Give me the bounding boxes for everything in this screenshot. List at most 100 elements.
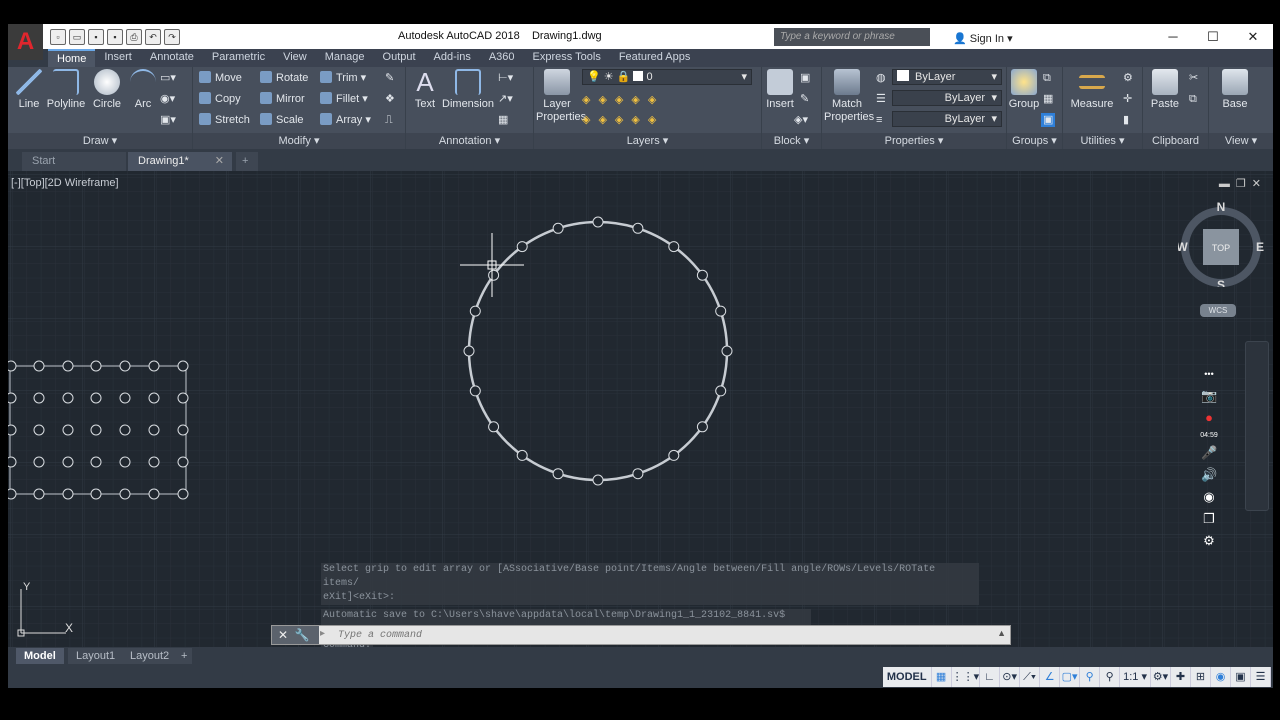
save-icon[interactable]: ▪ bbox=[88, 29, 104, 45]
text-button[interactable]: A Text bbox=[410, 69, 440, 111]
polar-tracking-icon[interactable]: ⊙▾ bbox=[1000, 667, 1021, 687]
compass-north[interactable]: N bbox=[1217, 201, 1226, 214]
search-input[interactable]: Type a keyword or phrase bbox=[774, 28, 930, 46]
tab-express-tools[interactable]: Express Tools bbox=[524, 49, 610, 67]
array-item-circle[interactable] bbox=[33, 392, 45, 404]
array-item-circle[interactable] bbox=[119, 392, 131, 404]
customize-wrench-icon[interactable]: 🔧 bbox=[295, 628, 310, 642]
scale-button[interactable]: Scale bbox=[260, 113, 304, 127]
array-item-circle[interactable] bbox=[119, 424, 131, 436]
array-item-circle[interactable] bbox=[62, 424, 74, 436]
group-edit-icon[interactable]: ▦ bbox=[1043, 92, 1053, 106]
doc-tab-drawing1[interactable]: Drawing1* ✕ bbox=[128, 152, 232, 171]
layer-properties-button[interactable]: Layer Properties bbox=[536, 69, 586, 124]
layer-tools-row-1[interactable]: ◈◈◈◈◈ bbox=[582, 93, 664, 107]
array-item-circle[interactable] bbox=[33, 488, 45, 500]
insert-button[interactable]: Insert bbox=[762, 69, 798, 111]
quick-calc-icon[interactable]: ⚙ bbox=[1123, 71, 1133, 85]
array-item-circle[interactable] bbox=[177, 456, 189, 468]
array-grip-circle[interactable] bbox=[632, 222, 644, 234]
restore-viewport-icon[interactable]: ❐ bbox=[1236, 178, 1252, 190]
record-icon[interactable]: ● bbox=[1201, 410, 1217, 426]
groups-panel-label[interactable]: Groups ▾ bbox=[1007, 133, 1062, 149]
array-grip-circle[interactable] bbox=[668, 241, 680, 253]
compass-south[interactable]: S bbox=[1217, 278, 1225, 287]
workspace-gear-icon[interactable]: ⚙▾ bbox=[1151, 667, 1171, 687]
array-item-circle[interactable] bbox=[90, 456, 102, 468]
array-button[interactable]: Array ▾ bbox=[320, 113, 371, 127]
wcs-menu[interactable]: WCS bbox=[1200, 304, 1236, 317]
tab-annotate[interactable]: Annotate bbox=[141, 49, 203, 67]
array-grip-circle[interactable] bbox=[516, 449, 528, 461]
array-item-circle[interactable] bbox=[8, 424, 17, 436]
array-grip-circle[interactable] bbox=[552, 222, 564, 234]
array-grip-circle[interactable] bbox=[592, 216, 604, 228]
layers-panel-label[interactable]: Layers ▾ bbox=[534, 133, 761, 149]
window-capture-icon[interactable]: ❐ bbox=[1201, 511, 1217, 527]
model-space-button[interactable]: MODEL bbox=[883, 667, 932, 687]
copy-clip-icon[interactable]: ⧉ bbox=[1189, 92, 1197, 106]
viewport-window-controls[interactable]: ▬❐✕ bbox=[1219, 177, 1267, 190]
viewcube[interactable]: TOP N S W E bbox=[1178, 201, 1264, 287]
viewport-controls-label[interactable]: [-][Top][2D Wireframe] bbox=[11, 177, 119, 189]
command-input[interactable] bbox=[338, 628, 1008, 642]
group-selection-icon[interactable]: ▣ bbox=[1041, 113, 1056, 127]
settings-gear-icon[interactable]: ⚙ bbox=[1201, 533, 1217, 549]
array-item-circle[interactable] bbox=[33, 456, 45, 468]
ungroup-icon[interactable]: ⧉ bbox=[1043, 71, 1051, 85]
array-grip-circle[interactable] bbox=[592, 474, 604, 486]
polyline-button[interactable]: Polyline bbox=[44, 69, 88, 111]
dimension-button[interactable]: Dimension bbox=[442, 69, 494, 111]
speaker-icon[interactable]: 🔊 bbox=[1201, 467, 1217, 483]
array-item-circle[interactable] bbox=[177, 424, 189, 436]
navigation-bar[interactable] bbox=[1245, 341, 1269, 511]
utilities-panel-label[interactable]: Utilities ▾ bbox=[1063, 133, 1142, 149]
fillet-button[interactable]: Fillet ▾ bbox=[320, 92, 368, 106]
close-button[interactable]: ✕ bbox=[1233, 24, 1273, 49]
array-item-circle[interactable] bbox=[148, 424, 160, 436]
explode-icon[interactable]: ❖ bbox=[385, 92, 395, 106]
compass-west[interactable]: W bbox=[1178, 240, 1188, 254]
view-panel-label[interactable]: View ▾ bbox=[1209, 133, 1273, 149]
circle-button[interactable]: Circle bbox=[88, 69, 126, 111]
plus-icon[interactable]: ✚ bbox=[1171, 667, 1191, 687]
array-item-circle[interactable] bbox=[119, 360, 131, 372]
copy-button[interactable]: Copy bbox=[199, 92, 241, 106]
sign-in-button[interactable]: 👤 Sign In ▾ bbox=[953, 32, 1013, 45]
close-command-line-icon[interactable]: ✕ bbox=[278, 628, 288, 642]
close-tab-icon[interactable]: ✕ bbox=[215, 152, 224, 171]
array-item-circle[interactable] bbox=[62, 392, 74, 404]
array-item-circle[interactable] bbox=[90, 424, 102, 436]
color-dropdown[interactable]: ByLayer ▾ bbox=[892, 69, 1002, 85]
plot-icon[interactable]: ⎙ bbox=[126, 29, 142, 45]
array-item-circle[interactable] bbox=[90, 392, 102, 404]
snap-icon[interactable]: ⋮⋮▾ bbox=[952, 667, 981, 687]
array-item-circle[interactable] bbox=[177, 488, 189, 500]
array-item-circle[interactable] bbox=[148, 392, 160, 404]
point-icon[interactable]: ✛ bbox=[1123, 92, 1132, 106]
more-options-icon[interactable]: ••• bbox=[1201, 366, 1217, 382]
layout-tab-layout1[interactable]: Layout1 bbox=[68, 648, 124, 664]
trim-button[interactable]: Trim ▾ bbox=[320, 71, 366, 85]
units-icon[interactable]: ⊞ bbox=[1191, 667, 1211, 687]
stretch-button[interactable]: Stretch bbox=[199, 113, 250, 127]
drawing-canvas[interactable]: Y X [-][Top][2D Wireframe] ▬❐✕ TOP N S W… bbox=[8, 171, 1273, 653]
array-grip-circle[interactable] bbox=[715, 385, 727, 397]
array-grip-circle[interactable] bbox=[488, 269, 500, 281]
paste-button[interactable]: Paste bbox=[1147, 69, 1183, 111]
array-item-circle[interactable] bbox=[62, 360, 74, 372]
new-layout-button[interactable]: + bbox=[176, 648, 193, 664]
array-item-circle[interactable] bbox=[8, 360, 17, 372]
array-item-circle[interactable] bbox=[8, 488, 17, 500]
rectangle-icon[interactable]: ▭▾ bbox=[160, 71, 176, 85]
group-button[interactable]: Group bbox=[1007, 69, 1041, 111]
attribute-icon[interactable]: ◈▾ bbox=[794, 113, 808, 127]
open-file-icon[interactable]: ▭ bbox=[69, 29, 85, 45]
create-block-icon[interactable]: ▣ bbox=[800, 71, 810, 85]
close-viewport-icon[interactable]: ✕ bbox=[1252, 178, 1267, 190]
erase-icon[interactable]: ✎ bbox=[385, 71, 394, 85]
layer-dropdown[interactable]: 💡 ☀ 🔒 0 ▾ bbox=[582, 69, 752, 85]
array-grip-circle[interactable] bbox=[469, 385, 481, 397]
tab-manage[interactable]: Manage bbox=[316, 49, 374, 67]
hatch-icon[interactable]: ◉▾ bbox=[160, 92, 175, 106]
